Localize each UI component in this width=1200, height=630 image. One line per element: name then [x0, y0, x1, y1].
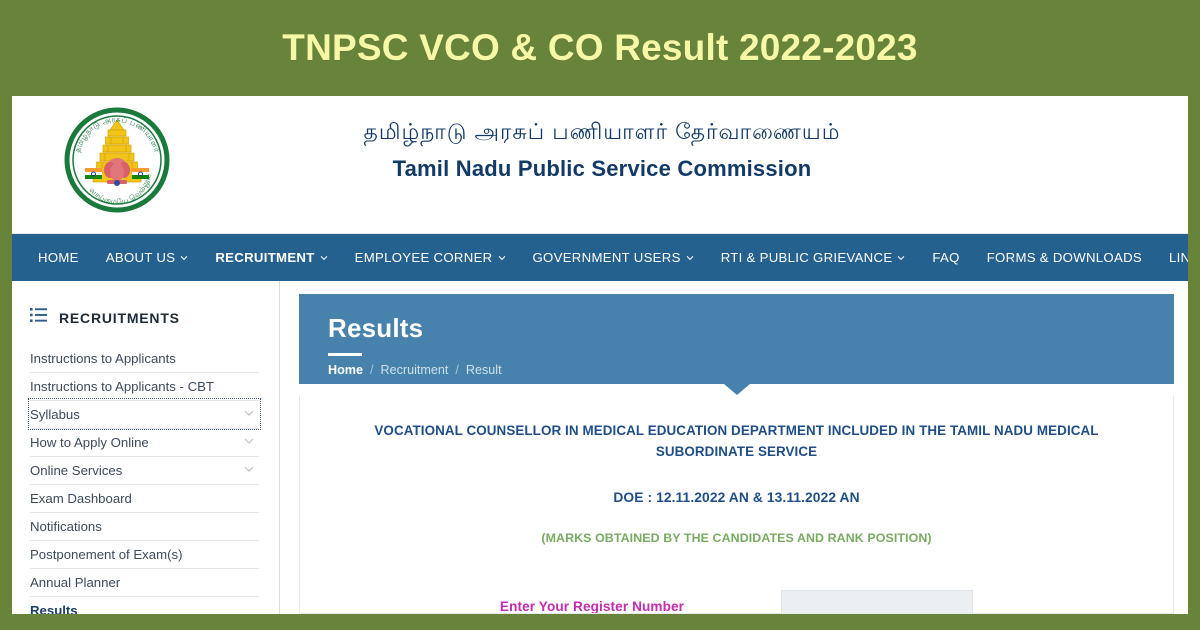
sidebar-list: Instructions to Applicants Instructions … [12, 344, 279, 614]
chevron-down-icon [686, 254, 694, 262]
sidebar-item-label: Annual Planner [30, 575, 121, 590]
sidebar-item-label: Online Services [30, 463, 123, 478]
nav-label: FORMS & DOWNLOADS [986, 250, 1143, 265]
sidebar-item-label: Instructions to Applicants [30, 350, 176, 366]
results-title: Results [328, 313, 424, 343]
sidebar-item-label: Syllabus [30, 407, 80, 422]
header-titles: தமிழ்நாடு அரசுப் பணியாளர் தேர்வாணையம் Ta… [332, 118, 872, 182]
sidebar-item-label: Exam Dashboard [30, 491, 132, 506]
nav-item-government-users[interactable]: GOVERNMENT USERS [533, 250, 694, 265]
chevron-down-icon [320, 254, 328, 262]
page-title: TNPSC VCO & CO Result 2022-2023 [282, 27, 918, 68]
result-card: VOCATIONAL COUNSELLOR IN MEDICAL EDUCATI… [299, 396, 1174, 614]
tnpsc-emblem-icon: தமிழ்நாடு அரசுப் பணியாளர் தேர்வாணையம் வா… [52, 97, 173, 216]
website-screenshot: தமிழ்நாடு அரசுப் பணியாளர் தேர்வாணையம் வா… [12, 96, 1188, 614]
nav-item-rti-public-grievance[interactable]: RTI & PUBLIC GRIEVANCE [721, 250, 906, 265]
result-doe: DOE : 12.11.2022 AN & 13.11.2022 AN [613, 489, 860, 505]
sidebar-item-notifications[interactable]: Notifications [30, 512, 259, 540]
sidebar-item-label: Notifications [30, 519, 102, 534]
nav-item-forms-downloads[interactable]: FORMS & DOWNLOADS [987, 250, 1142, 265]
site-title-tamil: தமிழ்நாடு அரசுப் பணியாளர் தேர்வாணையம் [363, 119, 841, 144]
register-number-form: Enter Your Register Number [338, 589, 1135, 614]
nav-label: ABOUT US [105, 250, 176, 265]
sidebar-item-exam-dashboard[interactable]: Exam Dashboard [30, 484, 259, 512]
breadcrumb-separator: / [370, 363, 374, 377]
chevron-down-icon [498, 254, 506, 262]
panel-notch-triangle [723, 384, 750, 395]
breadcrumb-home[interactable]: Home [328, 363, 363, 377]
chevron-down-icon [243, 407, 255, 422]
sidebar-item-results[interactable]: Results [30, 596, 259, 614]
nav-item-home[interactable]: HOME [38, 250, 79, 265]
sidebar-item-label: Results [30, 603, 78, 614]
sidebar-item-label: How to Apply Online [30, 435, 149, 450]
page-root: TNPSC VCO & CO Result 2022-2023 தமிழ்நாட… [0, 0, 1200, 630]
nav-label: EMPLOYEE CORNER [354, 250, 493, 265]
nav-item-faq[interactable]: FAQ [932, 250, 959, 265]
register-number-label: Enter Your Register Number [499, 599, 685, 614]
sidebar: RECRUITMENTS Instructions to Applicants … [12, 281, 280, 614]
nav-label: RTI & PUBLIC GRIEVANCE [720, 250, 893, 265]
nav-item-recruitment[interactable]: RECRUITMENT [215, 250, 327, 265]
breadcrumb-separator: / [455, 363, 459, 377]
chevron-down-icon [243, 463, 255, 478]
sidebar-item-online-services[interactable]: Online Services [30, 456, 259, 484]
register-number-input[interactable] [781, 589, 974, 613]
main-navigation: HOME ABOUT US RECRUITMENT EMPLOYEE CORNE… [12, 234, 1188, 281]
sidebar-item-syllabus[interactable]: Syllabus [28, 398, 261, 430]
breadcrumb-result: Result [465, 363, 502, 377]
page-body: RECRUITMENTS Instructions to Applicants … [12, 281, 1188, 614]
site-header: தமிழ்நாடு அரசுப் பணியாளர் தேர்வாணையம் வா… [12, 96, 1188, 234]
result-marks-note: (MARKS OBTAINED BY THE CANDIDATES AND RA… [541, 530, 932, 545]
sidebar-item-annual-planner[interactable]: Annual Planner [30, 568, 259, 596]
nav-label: GOVERNMENT USERS [532, 250, 681, 265]
nav-label: RECRUITMENT [215, 250, 315, 265]
nav-item-links[interactable]: LINKS [1169, 250, 1188, 265]
title-rule [328, 353, 362, 356]
nav-label: HOME [38, 250, 79, 265]
sidebar-item-instructions-to-applicants-cbt[interactable]: Instructions to Applicants - CBT [30, 372, 259, 400]
chevron-down-icon [180, 254, 188, 262]
nav-label: LINKS [1169, 250, 1188, 265]
breadcrumb-recruitment[interactable]: Recruitment [381, 363, 449, 377]
nav-item-about-us[interactable]: ABOUT US [106, 250, 189, 265]
result-heading: VOCATIONAL COUNSELLOR IN MEDICAL EDUCATI… [374, 423, 1099, 459]
chevron-down-icon [243, 435, 255, 450]
sidebar-item-postponement-of-exams[interactable]: Postponement of Exam(s) [30, 540, 259, 568]
banner: TNPSC VCO & CO Result 2022-2023 [0, 0, 1200, 96]
tamilan-jobs-logo: YEARS OF TRUST THROUGH TRANSPARENCY & TE… [962, 108, 1178, 206]
main-content: Results Home / Recruitment / Result VOCA… [280, 281, 1188, 614]
site-title-english: Tamil Nadu Public Service Commission [392, 155, 812, 181]
breadcrumb: Home / Recruitment / Result [328, 363, 1174, 377]
sidebar-item-label: Instructions to Applicants - CBT [30, 379, 214, 394]
sidebar-item-instructions-to-applicants[interactable]: Instructions to Applicants [30, 344, 259, 372]
sidebar-heading-label: RECRUITMENTS [59, 309, 180, 326]
list-icon [30, 307, 48, 328]
nav-label: FAQ [932, 250, 960, 265]
chevron-down-icon [897, 254, 905, 262]
sidebar-item-how-to-apply-online[interactable]: How to Apply Online [30, 428, 259, 456]
sidebar-item-label: Postponement of Exam(s) [30, 547, 183, 562]
sidebar-heading: RECRUITMENTS [12, 281, 279, 344]
results-header-panel: Results Home / Recruitment / Result [299, 294, 1174, 395]
nav-item-employee-corner[interactable]: EMPLOYEE CORNER [355, 250, 506, 265]
